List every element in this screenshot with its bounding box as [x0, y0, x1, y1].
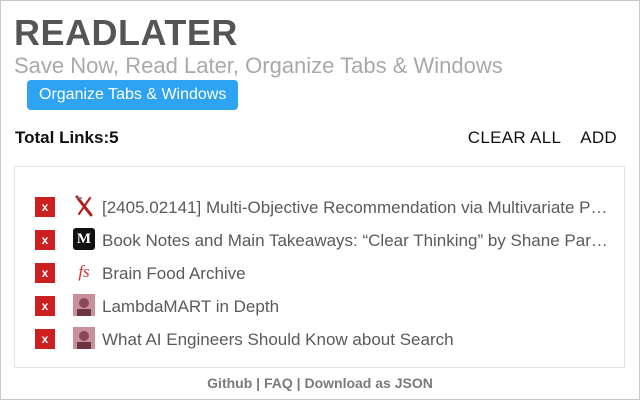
list-item: x LambdaMART in Depth [15, 293, 624, 319]
delete-button[interactable]: x [35, 329, 55, 349]
organize-tabs-button[interactable]: Organize Tabs & Windows [27, 80, 239, 110]
link-title[interactable]: Book Notes and Main Takeaways: “Clear Th… [102, 230, 609, 252]
arxiv-icon [73, 195, 95, 217]
list-item: x What AI Engineers Should Know about Se… [15, 326, 624, 352]
app-subtitle: Save Now, Read Later, Organize Tabs & Wi… [14, 53, 503, 78]
delete-button[interactable]: x [35, 263, 55, 283]
footer-separator: | [296, 375, 301, 391]
total-links-label: Total Links:5 [15, 128, 119, 147]
list-item: x M Book Notes and Main Takeaways: “Clea… [15, 227, 624, 253]
link-title[interactable]: What AI Engineers Should Know about Sear… [102, 329, 609, 351]
footer-separator: | [256, 375, 261, 391]
link-title[interactable]: [2405.02141] Multi-Objective Recommendat… [102, 197, 609, 219]
app-title: READLATER [14, 12, 238, 53]
github-link[interactable]: Github [207, 375, 252, 391]
avatar-icon [73, 327, 95, 349]
link-title[interactable]: Brain Food Archive [102, 263, 609, 285]
list-item: x [2405.02141] Multi-Objective Recommend… [15, 194, 624, 220]
farnam-street-icon: fs [78, 262, 90, 281]
links-list: x [2405.02141] Multi-Objective Recommend… [14, 166, 625, 368]
delete-button[interactable]: x [35, 296, 55, 316]
list-item: x fs Brain Food Archive [15, 260, 624, 286]
faq-link[interactable]: FAQ [264, 375, 293, 391]
medium-icon: M [73, 228, 95, 250]
avatar-icon [73, 294, 95, 316]
toolbar-actions: CLEAR ALL ADD [468, 128, 617, 148]
add-button[interactable]: ADD [580, 128, 617, 148]
link-title[interactable]: LambdaMART in Depth [102, 296, 609, 318]
clear-all-button[interactable]: CLEAR ALL [468, 128, 561, 148]
footer: Github | FAQ | Download as JSON [1, 375, 639, 391]
download-json-link[interactable]: Download as JSON [304, 375, 432, 391]
delete-button[interactable]: x [35, 197, 55, 217]
delete-button[interactable]: x [35, 230, 55, 250]
